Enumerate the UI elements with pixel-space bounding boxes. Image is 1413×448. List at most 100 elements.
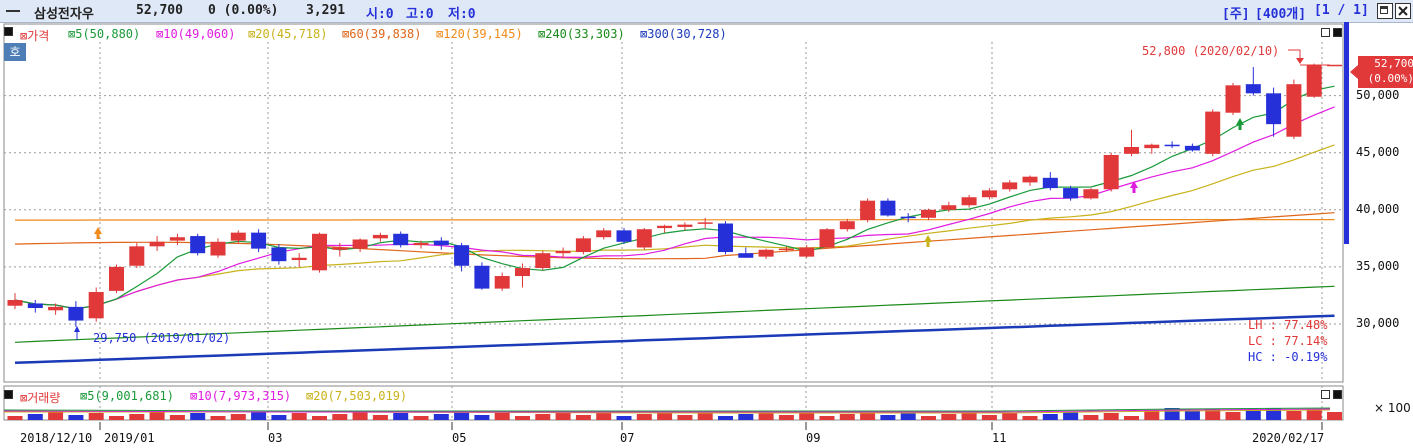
volume-panel-close-icon[interactable] <box>1333 390 1342 399</box>
volume-bar <box>1063 412 1079 420</box>
volume-bar <box>68 415 84 420</box>
candle-body <box>697 222 713 224</box>
volume-bar <box>839 414 855 420</box>
candle-body <box>413 242 429 246</box>
candle-body <box>230 232 246 241</box>
volume-bar <box>210 416 226 420</box>
volume-unit: × 100 <box>1374 401 1411 415</box>
legend-ma20[interactable]: ⊠20(45,718) <box>248 27 327 41</box>
candle-body <box>718 223 733 253</box>
candle-body <box>677 224 693 227</box>
candle-body <box>129 246 145 266</box>
volume-bar <box>799 413 815 420</box>
legend-vol-ma5[interactable]: ⊠5(9,001,681) <box>80 389 174 403</box>
volume-bar <box>230 414 246 420</box>
candle-body <box>941 205 957 210</box>
volume-bar <box>1124 416 1139 420</box>
candle-body <box>1184 145 1200 151</box>
candle-body <box>575 238 591 253</box>
volume-bar <box>1225 412 1241 420</box>
legend-ma60-label: 60(39,838) <box>349 27 422 41</box>
candle-body <box>1124 146 1139 154</box>
candle-body <box>494 276 510 289</box>
volume-bar <box>575 415 591 420</box>
legend-ma10[interactable]: ⊠10(49,060) <box>156 27 235 41</box>
volume-bar <box>1103 413 1119 420</box>
panel-close-icon[interactable] <box>1333 28 1342 37</box>
panel-menu-icon[interactable] <box>4 27 13 36</box>
high-price-marker: 52,800 (2020/02/10) <box>1142 44 1280 58</box>
legend-ma240[interactable]: ⊠240(33,303) <box>538 27 625 41</box>
volume-bar <box>372 415 388 420</box>
panel-restore-icon[interactable] <box>1321 28 1330 37</box>
legend-ma5-label: 5(50,880) <box>75 27 141 41</box>
ma120-line <box>15 219 1335 221</box>
volume-bar <box>1022 416 1038 420</box>
x-tick-label: 2018/12/10 <box>20 431 93 445</box>
volume-bar <box>494 413 510 420</box>
x-tick-label: 03 <box>268 431 283 445</box>
candle-body <box>921 209 936 218</box>
candle-body <box>778 248 794 251</box>
x-axis-band <box>4 422 1343 447</box>
volume-panel-menu-icon[interactable] <box>4 390 13 399</box>
volume-bar <box>169 415 185 420</box>
volume-bar <box>1083 415 1099 420</box>
candle-body <box>616 230 632 242</box>
x-tick-label: 09 <box>806 431 821 445</box>
volume-bar <box>778 415 794 420</box>
legend-vol-ma10[interactable]: ⊠10(7,973,315) <box>190 389 291 403</box>
candle-body <box>190 236 206 254</box>
volume-bar <box>555 412 571 420</box>
legend-ma120[interactable]: ⊠120(39,145) <box>436 27 523 41</box>
x-tick-label: 2020/02/17 <box>1252 431 1325 445</box>
volume-bar <box>27 414 43 420</box>
legend-price[interactable]: ⊠가격 <box>20 27 49 44</box>
candle-body <box>352 239 368 249</box>
candle-body <box>1225 85 1241 113</box>
volume-bar <box>515 416 530 420</box>
candle-body <box>149 241 165 247</box>
volume-panel-restore-icon[interactable] <box>1321 390 1330 399</box>
legend-ma60[interactable]: ⊠60(39,838) <box>342 27 421 41</box>
candle-body <box>799 247 815 257</box>
volume-bar <box>393 413 409 420</box>
candle-body <box>555 250 571 254</box>
candle-body <box>48 306 64 311</box>
legend-volume[interactable]: ⊠거래량 <box>20 389 60 406</box>
legend-ma5[interactable]: ⊠5(50,880) <box>68 27 140 41</box>
ho-button[interactable]: 호 <box>4 43 26 61</box>
volume-bar <box>718 416 733 420</box>
low-price-marker: 29,750 (2019/01/02) <box>93 331 231 345</box>
candle-body <box>433 240 449 246</box>
y-tick-label: 30,000 <box>1356 316 1400 330</box>
volume-bar <box>941 414 957 420</box>
x-tick-label: 2019/01 <box>104 431 155 445</box>
candle-body <box>1083 189 1099 199</box>
candle-body <box>312 233 327 271</box>
legend-ma20-label: 20(45,718) <box>255 27 328 41</box>
candle-body <box>109 266 124 291</box>
volume-bar <box>291 413 307 420</box>
volume-bar <box>149 412 165 420</box>
volume-bar <box>1002 413 1018 420</box>
legend-vol-ma20-label: 20(7,503,019) <box>313 389 408 403</box>
candle-body <box>1103 154 1119 190</box>
candle-body <box>1144 144 1160 149</box>
legend-ma300[interactable]: ⊠300(30,728) <box>640 27 727 41</box>
legend-ma10-label: 10(49,060) <box>163 27 236 41</box>
y-tick-label: 45,000 <box>1356 145 1400 159</box>
candle-body <box>1205 111 1221 154</box>
candle-body <box>961 197 977 206</box>
candle-body <box>1022 176 1038 183</box>
candle-body <box>27 303 43 309</box>
volume-bar <box>880 415 896 420</box>
candle-body <box>860 200 876 221</box>
price-chart[interactable] <box>0 0 1413 448</box>
volume-bar <box>616 416 632 420</box>
candle-body <box>1245 84 1261 94</box>
candle-body <box>900 216 916 219</box>
volume-bar <box>7 416 23 420</box>
legend-vol-ma20[interactable]: ⊠20(7,503,019) <box>306 389 407 403</box>
candle-body <box>758 249 774 257</box>
